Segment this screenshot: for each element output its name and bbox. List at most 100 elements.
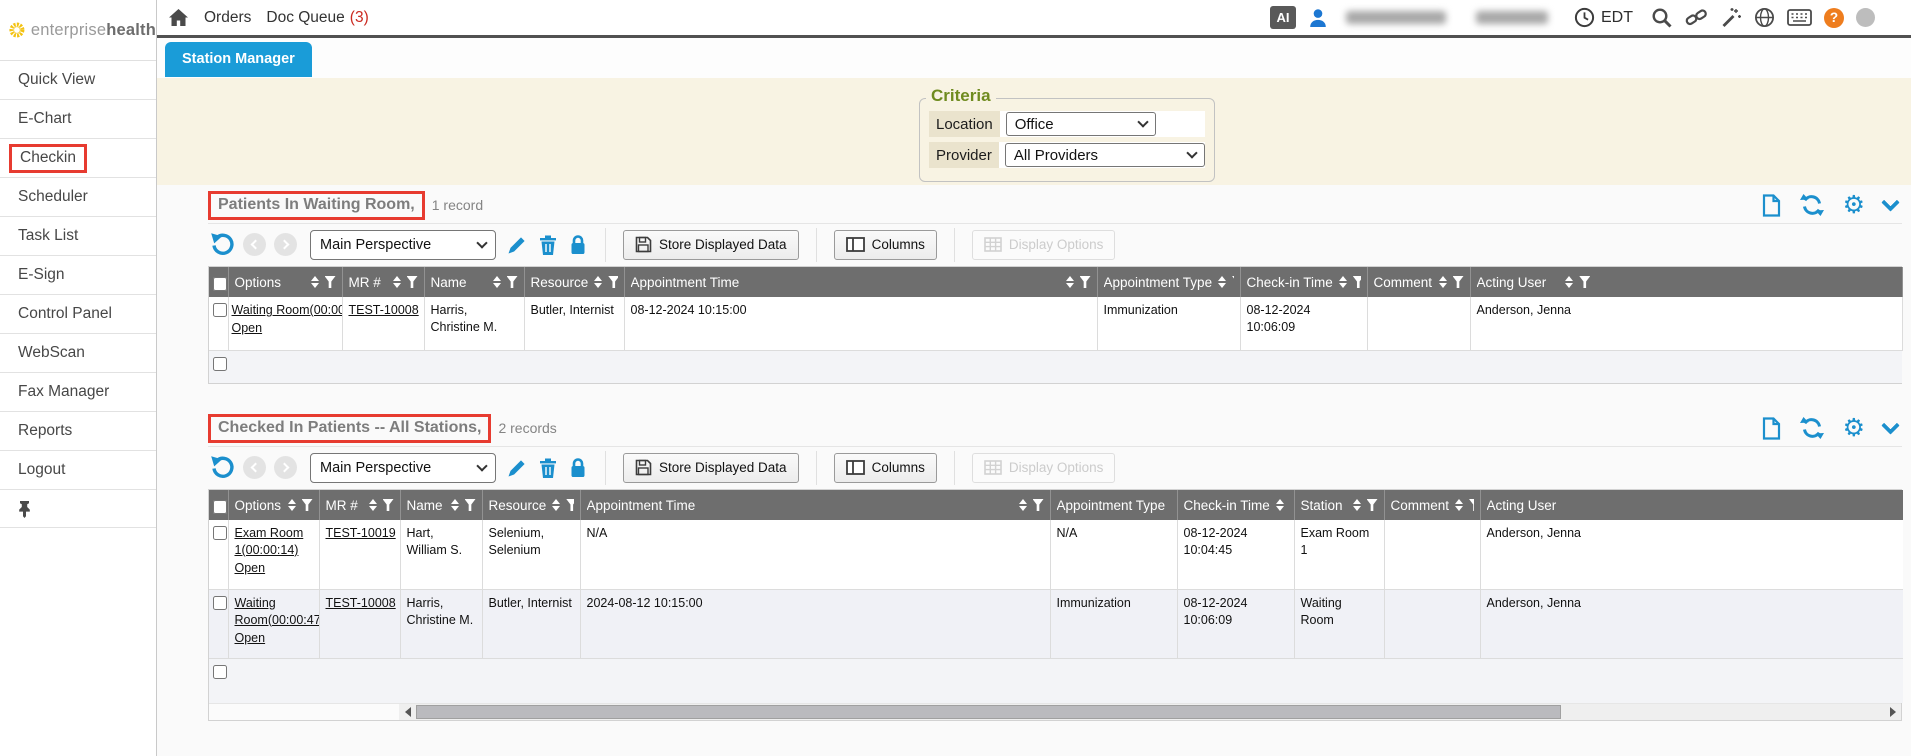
column-header-options[interactable]: Options: [228, 490, 319, 520]
column-header-acting-user[interactable]: Acting User: [1470, 267, 1902, 297]
column-header-name[interactable]: Name: [424, 267, 524, 297]
sort-icon[interactable]: [393, 276, 401, 288]
new-document-icon[interactable]: [1762, 417, 1781, 440]
column-header-appointment-time[interactable]: Appointment Time: [624, 267, 1097, 297]
ai-badge[interactable]: AI: [1270, 6, 1296, 29]
filter-icon[interactable]: [566, 499, 573, 511]
filter-icon[interactable]: [1353, 276, 1361, 288]
row-checkbox[interactable]: [213, 526, 227, 540]
columns-button[interactable]: Columns: [834, 453, 937, 483]
column-header-appointment-time[interactable]: Appointment Time: [580, 490, 1050, 520]
sidebar-item-quick-view[interactable]: Quick View: [0, 61, 156, 100]
clock-icon[interactable]: [1574, 7, 1595, 28]
station-link[interactable]: Waiting Room(00:00:47): [232, 303, 343, 317]
filter-icon[interactable]: [1080, 276, 1091, 288]
prev-perspective-button[interactable]: [243, 456, 266, 479]
filter-icon[interactable]: [383, 499, 394, 511]
sidebar-item-scheduler[interactable]: Scheduler: [0, 178, 156, 217]
next-perspective-button[interactable]: [274, 233, 297, 256]
open-link[interactable]: Open: [235, 630, 266, 647]
filter-icon[interactable]: [1579, 276, 1590, 288]
row-checkbox[interactable]: [213, 596, 227, 610]
sort-icon[interactable]: [1339, 276, 1347, 288]
column-header-options[interactable]: Options: [228, 267, 342, 297]
sort-icon[interactable]: [451, 499, 459, 511]
filter-icon[interactable]: [1232, 276, 1233, 288]
scroll-left-button[interactable]: [399, 704, 416, 720]
sort-icon[interactable]: [594, 276, 602, 288]
prev-perspective-button[interactable]: [243, 233, 266, 256]
topbar-menu-orders[interactable]: Orders: [204, 9, 251, 27]
select-all-checkbox[interactable]: [213, 277, 227, 291]
sidebar-item-webscan[interactable]: WebScan: [0, 334, 156, 373]
provider-select[interactable]: All Providers: [1005, 143, 1205, 167]
open-link[interactable]: Open: [232, 320, 263, 337]
collapse-chevron-icon[interactable]: [1881, 416, 1899, 434]
wand-icon[interactable]: [1720, 7, 1742, 29]
edit-perspective-icon[interactable]: [506, 234, 528, 256]
sidebar-item-e-chart[interactable]: E-Chart: [0, 100, 156, 139]
filter-icon[interactable]: [325, 276, 336, 288]
filter-icon[interactable]: [1367, 499, 1378, 511]
keyboard-icon[interactable]: [1787, 9, 1812, 26]
sort-icon[interactable]: [288, 499, 296, 511]
filter-icon[interactable]: [1453, 276, 1464, 288]
sort-icon[interactable]: [1019, 499, 1027, 511]
gear-icon[interactable]: ⚙: [1843, 195, 1865, 215]
lock-perspective-icon[interactable]: [568, 457, 588, 479]
station-link[interactable]: Exam Room 1(00:00:14): [235, 526, 304, 557]
column-header-checkin-time[interactable]: Check-in Time: [1177, 490, 1294, 520]
filter-icon[interactable]: [465, 499, 476, 511]
scrollbar-thumb[interactable]: [416, 705, 1561, 719]
column-header-appointment-type[interactable]: Appointment Type: [1050, 490, 1177, 520]
column-header-name[interactable]: Name: [400, 490, 482, 520]
sort-icon[interactable]: [552, 499, 560, 511]
filter-icon[interactable]: [302, 499, 313, 511]
mr-link[interactable]: TEST-10019: [326, 526, 396, 540]
new-document-icon[interactable]: [1762, 194, 1781, 217]
link-icon[interactable]: [1685, 7, 1708, 28]
globe-icon[interactable]: [1754, 7, 1775, 28]
filter-icon[interactable]: [407, 276, 418, 288]
column-header-mr[interactable]: MR #: [342, 267, 424, 297]
sidebar-item-e-sign[interactable]: E-Sign: [0, 256, 156, 295]
column-header-checkin-time[interactable]: Check-in Time: [1240, 267, 1367, 297]
select-all-checkbox[interactable]: [213, 500, 227, 514]
station-link[interactable]: Waiting Room(00:00:47): [235, 596, 320, 627]
sort-icon[interactable]: [1066, 276, 1074, 288]
reset-perspective-icon[interactable]: [210, 232, 235, 257]
footer-checkbox[interactable]: [213, 665, 227, 679]
next-perspective-button[interactable]: [274, 456, 297, 479]
delete-perspective-icon[interactable]: [538, 457, 558, 479]
topbar-menu-doc-queue[interactable]: Doc Queue (3): [266, 9, 368, 27]
filter-icon[interactable]: [507, 276, 518, 288]
scroll-right-button[interactable]: [1884, 704, 1901, 720]
sort-icon[interactable]: [493, 276, 501, 288]
collapse-chevron-icon[interactable]: [1881, 193, 1899, 211]
row-checkbox[interactable]: [213, 303, 227, 317]
horizontal-scrollbar[interactable]: [399, 704, 1901, 720]
store-displayed-data-button[interactable]: Store Displayed Data: [623, 230, 799, 260]
sort-icon[interactable]: [1565, 276, 1573, 288]
search-icon[interactable]: [1651, 7, 1673, 29]
mr-link[interactable]: TEST-10008: [326, 596, 396, 610]
open-link[interactable]: Open: [235, 560, 266, 577]
help-icon[interactable]: ?: [1824, 8, 1844, 28]
perspective-select[interactable]: Main Perspective: [310, 230, 496, 260]
filter-icon[interactable]: [608, 276, 617, 288]
sidebar-item-fax-manager[interactable]: Fax Manager: [0, 373, 156, 412]
sort-icon[interactable]: [311, 276, 319, 288]
column-header-comment[interactable]: Comment: [1384, 490, 1480, 520]
pin-icon[interactable]: [16, 499, 33, 518]
perspective-select[interactable]: Main Perspective: [310, 453, 496, 483]
footer-checkbox[interactable]: [213, 357, 227, 371]
reset-perspective-icon[interactable]: [210, 455, 235, 480]
column-header-comment[interactable]: Comment: [1367, 267, 1470, 297]
column-header-resource[interactable]: Resource: [482, 490, 580, 520]
edit-perspective-icon[interactable]: [506, 457, 528, 479]
sidebar-item-control-panel[interactable]: Control Panel: [0, 295, 156, 334]
user-icon[interactable]: [1308, 8, 1328, 28]
mr-link[interactable]: TEST-10008: [349, 303, 419, 317]
column-header-mr[interactable]: MR #: [319, 490, 400, 520]
sort-icon[interactable]: [1218, 276, 1226, 288]
